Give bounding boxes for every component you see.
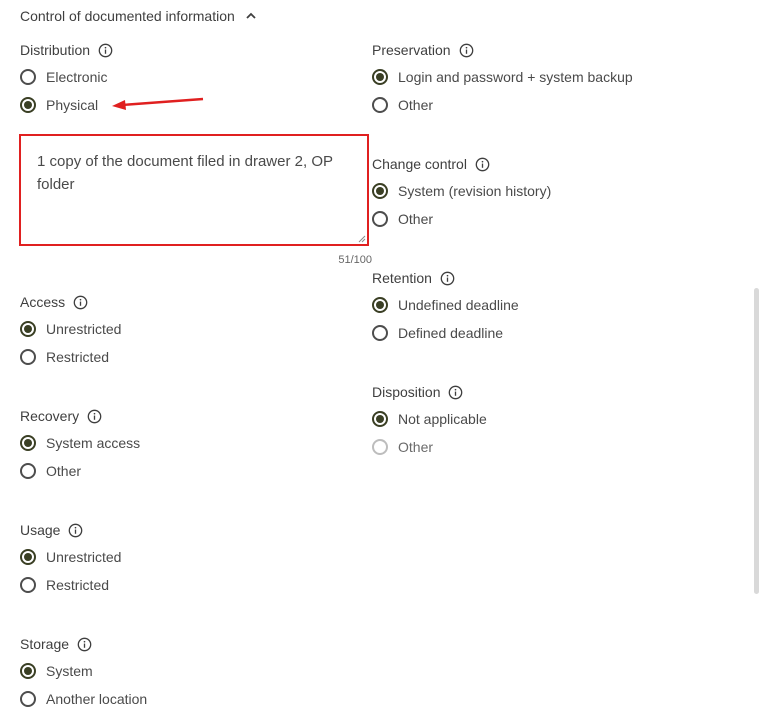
- distribution-title: Distribution: [20, 42, 91, 58]
- radio-option-system-access[interactable]: System access: [20, 429, 140, 457]
- section-header-toggle[interactable]: Control of documented information: [20, 6, 257, 26]
- character-counter: 51/100: [338, 254, 372, 266]
- radio-button[interactable]: [20, 549, 36, 565]
- change-control-group: Change control System (revision history)…: [372, 154, 551, 233]
- preservation-group: Preservation Login and password + system…: [372, 40, 633, 119]
- note-text: 1 copy of the document filed in drawer 2…: [37, 153, 333, 193]
- option-label: Another location: [46, 691, 148, 707]
- radio-button[interactable]: [20, 97, 36, 113]
- option-label: Other: [46, 463, 82, 479]
- info-icon[interactable]: [98, 43, 113, 58]
- option-label: Other: [398, 439, 434, 455]
- recovery-group: Recovery System access Other: [20, 406, 140, 485]
- radio-button[interactable]: [372, 69, 388, 85]
- radio-option-undefined-deadline[interactable]: Undefined deadline: [372, 291, 519, 319]
- radio-button[interactable]: [372, 183, 388, 199]
- info-icon[interactable]: [459, 43, 474, 58]
- note-textarea[interactable]: 1 copy of the document filed in drawer 2…: [19, 134, 369, 246]
- radio-option-restricted[interactable]: Restricted: [20, 571, 121, 599]
- option-label: Unrestricted: [46, 549, 122, 565]
- option-label: System: [46, 663, 93, 679]
- option-label: Restricted: [46, 349, 110, 365]
- radio-button[interactable]: [20, 435, 36, 451]
- radio-option-revision-history[interactable]: System (revision history): [372, 177, 551, 205]
- distribution-group: Distribution Electronic Physical: [20, 40, 113, 119]
- radio-button[interactable]: [20, 663, 36, 679]
- option-label: Restricted: [46, 577, 110, 593]
- radio-option-physical[interactable]: Physical: [20, 91, 113, 119]
- radio-button[interactable]: [20, 349, 36, 365]
- info-icon[interactable]: [68, 523, 83, 538]
- radio-option-other[interactable]: Other: [20, 457, 140, 485]
- radio-option-restricted[interactable]: Restricted: [20, 343, 121, 371]
- storage-title: Storage: [20, 636, 70, 652]
- info-icon[interactable]: [440, 271, 455, 286]
- storage-group: Storage System Another location: [20, 634, 147, 713]
- option-label: Other: [398, 97, 434, 113]
- change-control-title: Change control: [372, 156, 467, 172]
- radio-button[interactable]: [372, 297, 388, 313]
- option-label: System (revision history): [398, 183, 552, 199]
- option-label: Undefined deadline: [398, 297, 519, 313]
- access-group: Access Unrestricted Restricted: [20, 292, 121, 371]
- disposition-group: Disposition Not applicable Other: [372, 382, 487, 461]
- radio-option-another-location[interactable]: Another location: [20, 685, 147, 713]
- radio-button[interactable]: [20, 463, 36, 479]
- usage-group: Usage Unrestricted Restricted: [20, 520, 121, 599]
- option-label: Electronic: [46, 69, 108, 85]
- disposition-title: Disposition: [372, 384, 441, 400]
- option-label: Login and password + system backup: [398, 69, 633, 85]
- info-icon[interactable]: [73, 295, 88, 310]
- option-label: Defined deadline: [398, 325, 504, 341]
- option-label: System access: [46, 435, 141, 451]
- option-label: Unrestricted: [46, 321, 122, 337]
- section-title: Control of documented information: [20, 8, 235, 24]
- info-icon[interactable]: [475, 157, 490, 172]
- radio-option-electronic[interactable]: Electronic: [20, 63, 113, 91]
- preservation-title: Preservation: [372, 42, 451, 58]
- radio-button[interactable]: [20, 69, 36, 85]
- usage-title: Usage: [20, 522, 61, 538]
- resize-grip-icon[interactable]: [358, 235, 366, 243]
- chevron-up-icon: [246, 12, 256, 19]
- radio-option-defined-deadline[interactable]: Defined deadline: [372, 319, 519, 347]
- radio-button: [372, 439, 388, 455]
- info-icon[interactable]: [448, 385, 463, 400]
- radio-option-other: Other: [372, 433, 487, 461]
- radio-option-not-applicable[interactable]: Not applicable: [372, 405, 487, 433]
- option-label: Other: [398, 211, 434, 227]
- info-icon[interactable]: [77, 637, 92, 652]
- recovery-title: Recovery: [20, 408, 80, 424]
- radio-button[interactable]: [372, 97, 388, 113]
- radio-option-other[interactable]: Other: [372, 91, 633, 119]
- radio-button[interactable]: [372, 411, 388, 427]
- radio-option-other[interactable]: Other: [372, 205, 551, 233]
- radio-button[interactable]: [372, 211, 388, 227]
- info-icon[interactable]: [87, 409, 102, 424]
- radio-button[interactable]: [20, 691, 36, 707]
- radio-option-login-password-backup[interactable]: Login and password + system backup: [372, 63, 633, 91]
- radio-button[interactable]: [20, 321, 36, 337]
- retention-title: Retention: [372, 270, 432, 286]
- radio-button[interactable]: [372, 325, 388, 341]
- radio-button[interactable]: [20, 577, 36, 593]
- radio-option-system[interactable]: System: [20, 657, 147, 685]
- scrollbar-thumb[interactable]: [754, 288, 759, 594]
- radio-option-unrestricted[interactable]: Unrestricted: [20, 315, 121, 343]
- option-label: Physical: [46, 97, 99, 113]
- annotation-arrow-icon: [112, 97, 204, 110]
- option-label: Not applicable: [398, 411, 487, 427]
- retention-group: Retention Undefined deadline Defined dea…: [372, 268, 519, 347]
- access-title: Access: [20, 294, 66, 310]
- radio-option-unrestricted[interactable]: Unrestricted: [20, 543, 121, 571]
